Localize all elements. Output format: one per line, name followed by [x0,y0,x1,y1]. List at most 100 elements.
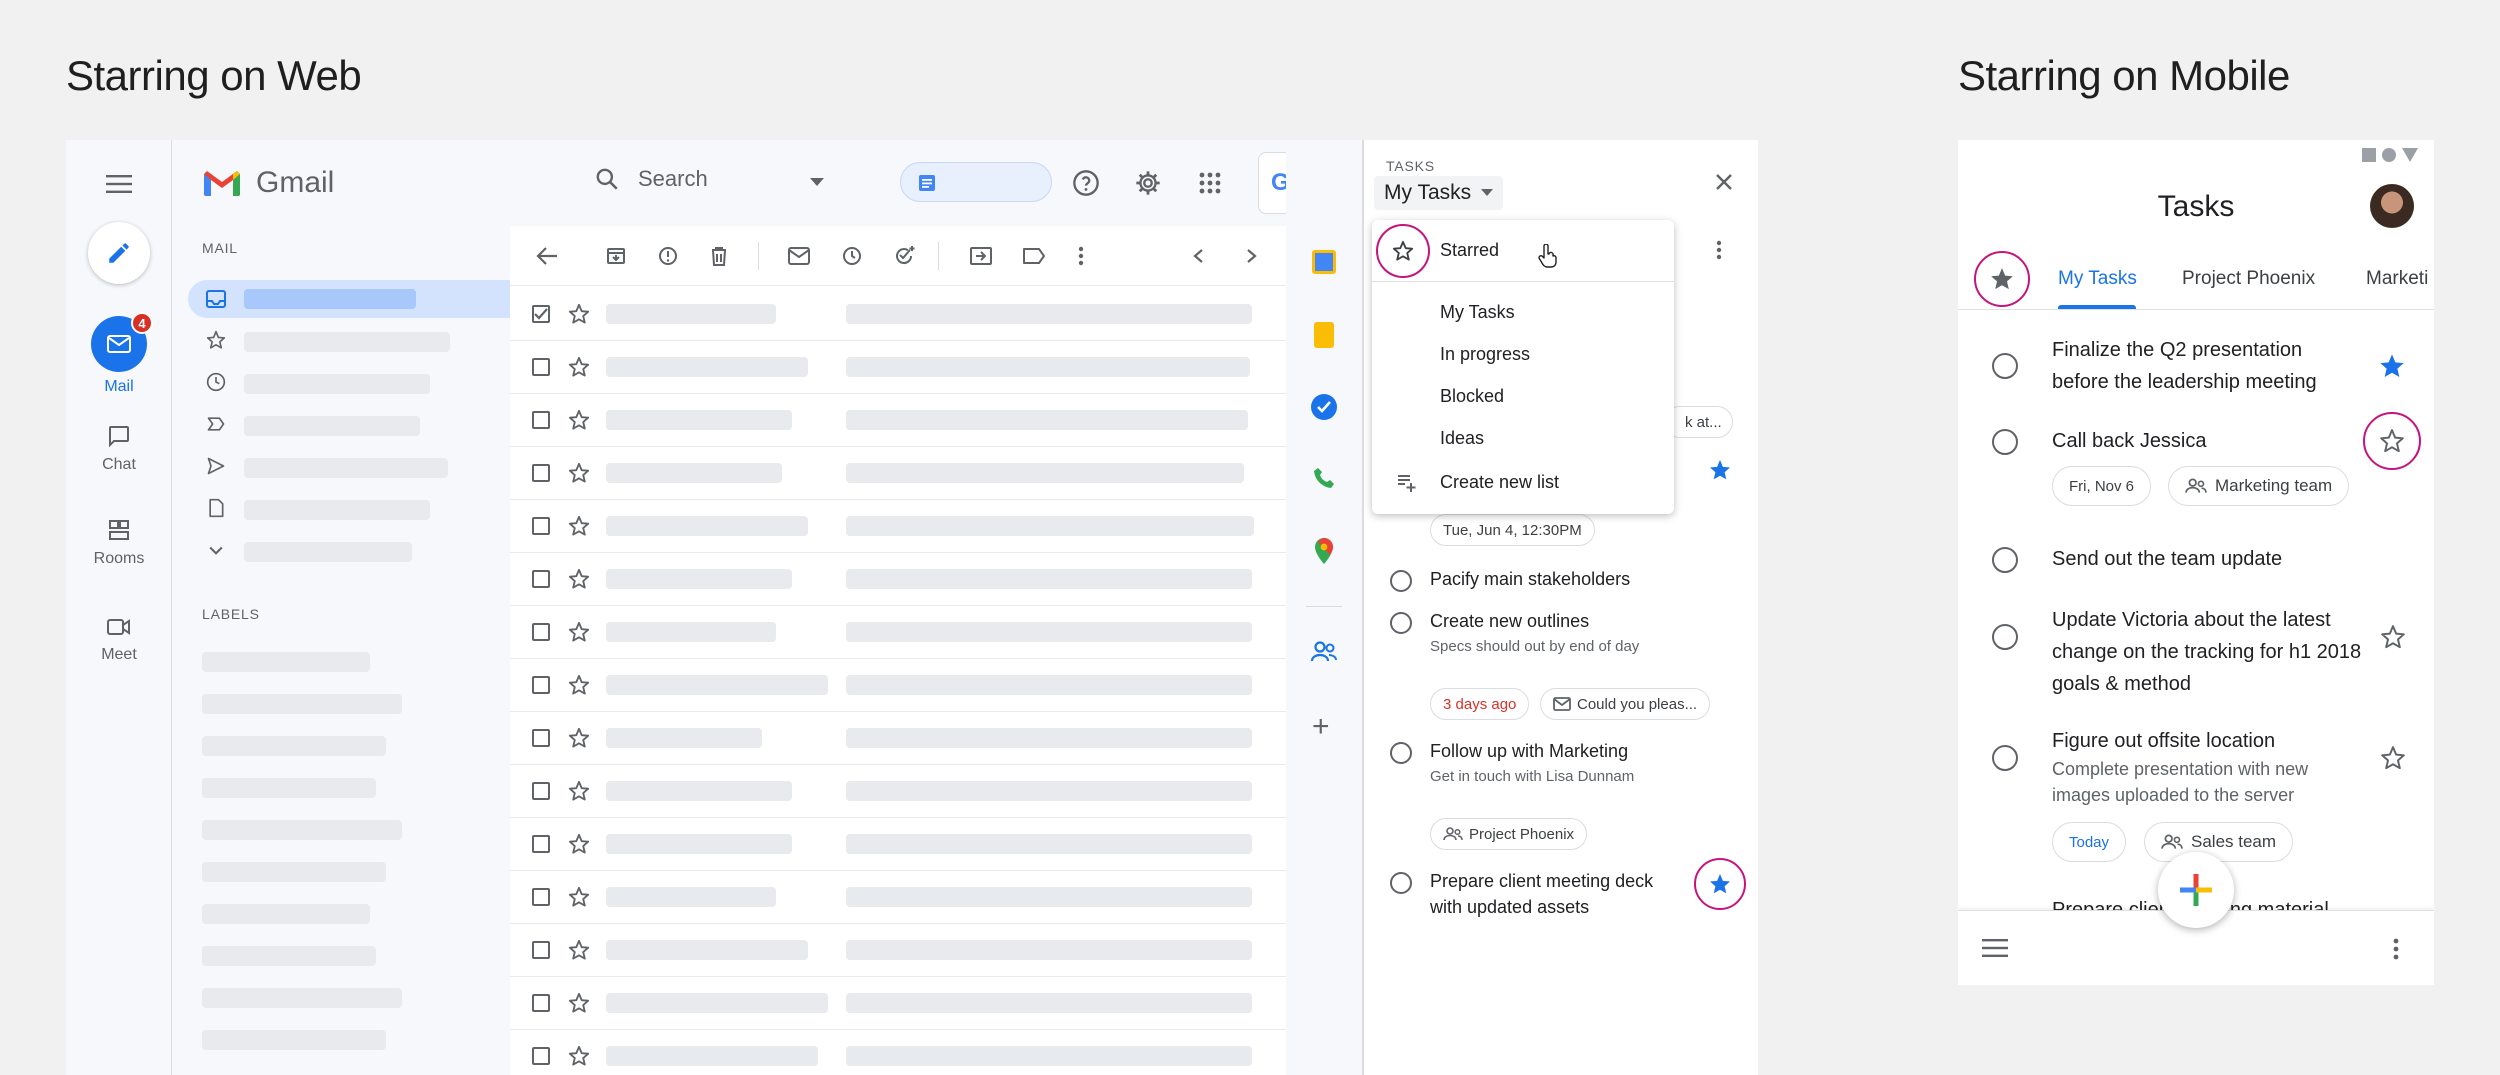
next-icon[interactable] [1246,248,1258,264]
group-chip[interactable]: Sales team [2144,822,2294,862]
date-chip[interactable]: Today [2052,822,2127,862]
mark-unread-icon[interactable] [788,247,810,265]
task-complete-toggle[interactable] [1992,429,2018,455]
table-row[interactable] [510,1030,1286,1075]
star-icon[interactable] [568,1045,590,1067]
group-chip[interactable]: Project Phoenix [1430,818,1588,850]
back-arrow-icon[interactable] [536,246,558,266]
task-complete-toggle[interactable] [1992,745,2018,771]
get-addons-icon[interactable]: + [1312,712,1330,742]
nav-item-sent[interactable] [206,456,226,476]
star-icon[interactable] [568,621,590,643]
star-icon[interactable] [568,886,590,908]
tasks-icon[interactable] [1311,394,1337,420]
nav-item-drafts[interactable] [206,498,226,518]
overdue-chip[interactable]: 3 days ago [1430,688,1530,720]
nav-item-snoozed[interactable] [206,372,226,392]
row-checkbox[interactable] [532,888,550,906]
move-icon[interactable] [970,246,992,266]
apps-grid-icon[interactable] [1198,171,1222,195]
star-icon[interactable] [568,356,590,378]
task-title[interactable]: Pacify main stakeholders [1430,566,1630,592]
more-options-icon[interactable] [1716,240,1722,260]
star-icon[interactable] [568,462,590,484]
row-checkbox[interactable] [532,1047,550,1065]
table-row[interactable] [510,394,1286,447]
task-complete-toggle[interactable] [1390,742,1412,764]
delete-icon[interactable] [710,246,728,266]
task-title[interactable]: Figure out offsite location [2052,725,2275,757]
task-complete-toggle[interactable] [1390,872,1412,894]
gmail-logo[interactable]: Gmail [202,166,334,200]
report-icon[interactable] [658,246,678,266]
task-complete-toggle[interactable] [1992,353,2018,379]
task-complete-toggle[interactable] [1992,547,2018,573]
table-row[interactable] [510,818,1286,871]
row-checkbox[interactable] [532,464,550,482]
add-task-fab[interactable] [2158,852,2234,928]
task-title[interactable]: Update Victoria about the latest change … [2052,604,2368,700]
menu-item-create-list[interactable]: Create new list [1372,460,1674,504]
table-row[interactable] [510,659,1286,712]
date-chip[interactable]: Fri, Nov 6 [2052,466,2152,506]
star-filled-icon[interactable] [1708,872,1732,896]
task-title[interactable]: Call back Jessica [2052,425,2207,457]
label-icon[interactable] [1022,247,1046,265]
calendar-icon[interactable] [1312,250,1336,274]
prev-icon[interactable] [1192,248,1204,264]
more-icon[interactable] [2393,938,2399,960]
contacts-icon[interactable] [1310,640,1338,664]
star-icon[interactable] [2380,745,2406,771]
task-title[interactable]: Prepare client meeting deck with updated… [1430,868,1660,920]
star-icon[interactable] [568,674,590,696]
row-checkbox[interactable] [532,782,550,800]
snooze-icon[interactable] [842,246,862,266]
compose-button[interactable] [88,222,150,284]
menu-item-list[interactable]: Blocked [1440,386,1504,407]
row-checkbox[interactable] [532,941,550,959]
nav-item-important[interactable] [206,414,226,434]
archive-icon[interactable] [606,246,626,266]
menu-item-starred[interactable]: Starred [1372,220,1674,282]
menu-icon[interactable] [1982,939,2008,957]
tab-project-phoenix[interactable]: Project Phoenix [2182,268,2315,290]
row-checkbox[interactable] [532,623,550,641]
star-icon[interactable] [568,409,590,431]
table-row[interactable] [510,606,1286,659]
starred-tab-icon[interactable] [1989,266,2015,292]
star-filled-icon[interactable] [2378,352,2406,380]
tab-marketing[interactable]: Marketi [2366,268,2428,290]
status-chip[interactable] [900,162,1052,202]
menu-item-list[interactable]: Ideas [1440,428,1484,449]
table-row[interactable] [510,977,1286,1030]
menu-item-list[interactable]: In progress [1440,344,1530,365]
star-icon[interactable] [568,939,590,961]
star-icon[interactable] [2380,624,2406,650]
task-title[interactable]: Create new outlines [1430,608,1589,634]
main-menu-icon[interactable] [99,164,139,204]
table-row[interactable] [510,553,1286,606]
row-checkbox[interactable] [532,676,550,694]
rail-meet[interactable]: Meet [66,616,172,664]
star-icon[interactable] [2379,428,2405,454]
group-chip[interactable]: Marketing team [2168,466,2350,506]
star-icon[interactable] [568,780,590,802]
table-row[interactable] [510,712,1286,765]
table-row[interactable] [510,871,1286,924]
nav-item-starred[interactable] [206,330,226,350]
row-checkbox[interactable] [532,994,550,1012]
row-checkbox[interactable] [532,411,550,429]
help-icon[interactable] [1072,169,1100,197]
star-filled-icon[interactable] [1708,458,1732,482]
task-complete-toggle[interactable] [1390,612,1412,634]
nav-item-more[interactable] [206,540,226,560]
maps-pin-icon[interactable] [1314,538,1334,564]
row-checkbox[interactable] [532,570,550,588]
rail-chat[interactable]: Chat [66,424,172,474]
linked-email-chip[interactable]: k at... [1664,406,1733,438]
avatar[interactable] [2370,184,2414,228]
row-checkbox[interactable] [532,729,550,747]
row-checkbox[interactable] [532,517,550,535]
menu-item-list[interactable]: My Tasks [1440,302,1515,323]
table-row[interactable] [510,924,1286,977]
